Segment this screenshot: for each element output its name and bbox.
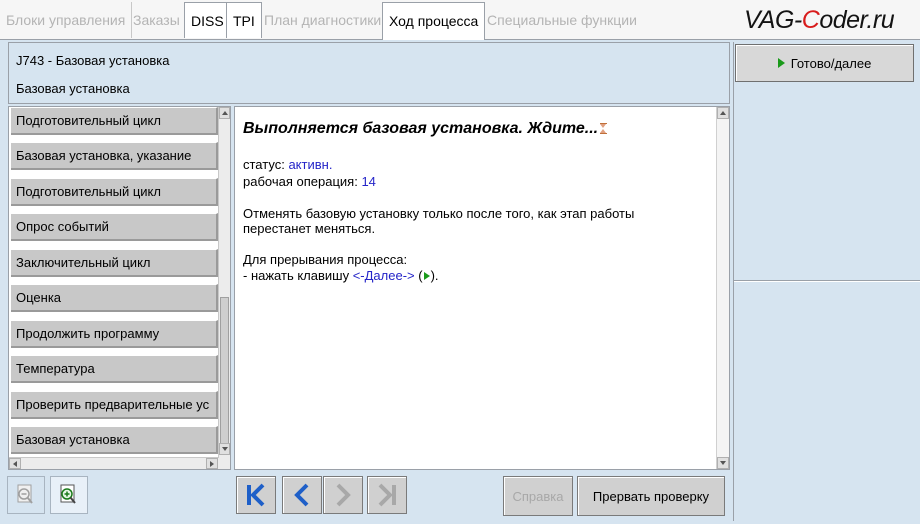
list-item[interactable]: Проверить предварительные ус bbox=[11, 391, 218, 419]
warning-line-1: Отменять базовую установку только после … bbox=[243, 206, 635, 221]
tab-orders: Заказы bbox=[127, 2, 187, 38]
arrow-down-icon bbox=[720, 461, 726, 465]
warning-line-2: перестанет меняться. bbox=[243, 221, 376, 236]
list-item[interactable]: Подготовительный цикл bbox=[11, 178, 218, 206]
zoom-in-button[interactable] bbox=[50, 476, 88, 514]
list-item[interactable]: Базовая установка bbox=[11, 426, 218, 454]
ready-next-button[interactable]: Готово/далее bbox=[735, 44, 914, 82]
operation-line: рабочая операция: 14 bbox=[243, 174, 376, 189]
last-step-button[interactable] bbox=[367, 476, 407, 514]
tab-diagnostic-plan: План диагностики bbox=[258, 2, 389, 38]
chevron-left-icon bbox=[294, 483, 309, 507]
brand-logo: VAG-Coder.ru bbox=[744, 6, 895, 34]
help-button[interactable]: Справка bbox=[503, 476, 573, 516]
interrupt-line-2: - нажать клавишу <-Далее-> (). bbox=[243, 268, 439, 283]
scroll-left-button[interactable] bbox=[9, 458, 21, 469]
header-control-unit: J743 - Базовая установка bbox=[16, 53, 170, 68]
operation-value: 14 bbox=[361, 174, 376, 189]
tab-control-units: Блоки управления bbox=[0, 2, 133, 38]
scroll-down-button[interactable] bbox=[717, 457, 729, 469]
tab-diss[interactable]: DISS bbox=[184, 2, 231, 38]
ready-next-label: Готово/далее bbox=[790, 55, 872, 71]
test-step-list: Подготовительный цикл Базовая установка,… bbox=[8, 106, 231, 470]
arrow-up-icon bbox=[222, 111, 228, 115]
arrow-down-icon bbox=[222, 447, 228, 451]
list-item[interactable]: Подготовительный цикл bbox=[11, 107, 218, 135]
abort-test-button[interactable]: Прервать проверку bbox=[577, 476, 725, 516]
header-panel: J743 - Базовая установка Базовая установ… bbox=[8, 42, 730, 104]
process-content: Выполняется базовая установка. Ждите... … bbox=[234, 106, 730, 470]
tab-bar: Блоки управления Заказы DISS TPI План ди… bbox=[0, 0, 920, 40]
scroll-thumb[interactable] bbox=[220, 297, 229, 447]
zoom-in-icon bbox=[60, 484, 76, 504]
scroll-up-button[interactable] bbox=[219, 107, 230, 119]
interrupt-line-1: Для прерывания процесса: bbox=[243, 252, 408, 267]
status-line: статус: активн. bbox=[243, 157, 333, 172]
hourglass-icon bbox=[600, 123, 608, 134]
next-step-button[interactable] bbox=[323, 476, 363, 514]
tab-special-functions: Специальные функции bbox=[487, 12, 637, 28]
process-title: Выполняется базовая установка. Ждите... bbox=[243, 120, 608, 138]
header-function: Базовая установка bbox=[16, 81, 130, 96]
next-key-link: <-Далее-> bbox=[352, 268, 415, 283]
play-icon bbox=[777, 58, 785, 68]
list-vertical-scrollbar[interactable] bbox=[218, 107, 230, 469]
tab-process[interactable]: Ход процесса bbox=[382, 2, 486, 40]
previous-step-button[interactable] bbox=[282, 476, 322, 514]
list-item[interactable]: Оценка bbox=[11, 284, 218, 312]
list-item[interactable]: Базовая установка, указание bbox=[11, 142, 218, 170]
zoom-out-icon bbox=[17, 484, 33, 504]
list-item[interactable]: Опрос событий bbox=[11, 213, 218, 241]
tab-tpi[interactable]: TPI bbox=[226, 2, 262, 38]
zoom-out-button[interactable] bbox=[7, 476, 45, 514]
list-item[interactable]: Заключительный цикл bbox=[11, 249, 218, 277]
play-icon bbox=[423, 272, 430, 280]
scroll-right-button[interactable] bbox=[206, 458, 218, 469]
right-panel: Готово/далее bbox=[733, 42, 920, 521]
list-item[interactable]: Продолжить программу bbox=[11, 320, 218, 348]
content-vertical-scrollbar[interactable] bbox=[716, 107, 729, 469]
list-horizontal-scrollbar[interactable] bbox=[9, 457, 219, 469]
scroll-down-button[interactable] bbox=[219, 443, 230, 455]
scroll-up-button[interactable] bbox=[717, 107, 729, 119]
first-step-button[interactable] bbox=[236, 476, 276, 514]
status-value: активн. bbox=[288, 157, 333, 172]
skip-first-icon bbox=[247, 483, 265, 507]
arrow-up-icon bbox=[720, 111, 726, 115]
skip-last-icon bbox=[378, 483, 396, 507]
arrow-left-icon bbox=[13, 461, 17, 467]
chevron-right-icon bbox=[336, 483, 351, 507]
list-item[interactable]: Температура bbox=[11, 355, 218, 383]
panel-divider bbox=[734, 280, 920, 282]
arrow-right-icon bbox=[210, 461, 214, 467]
